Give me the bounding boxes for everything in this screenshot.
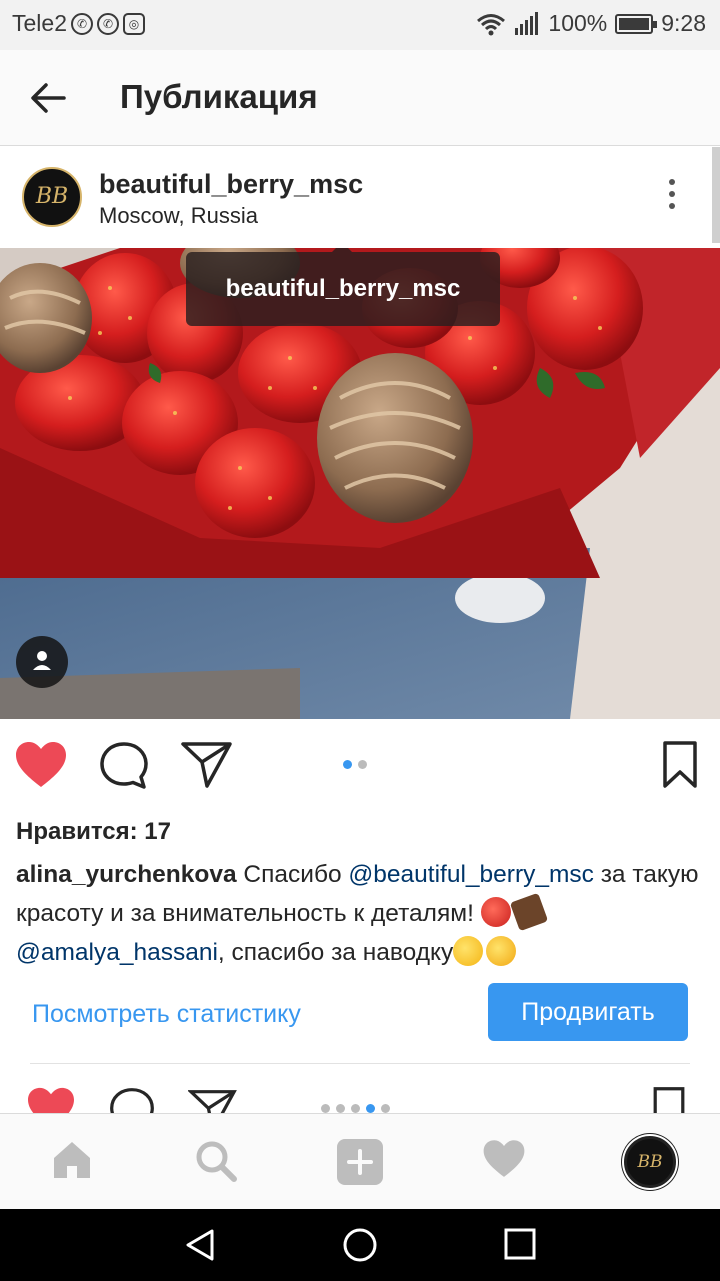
comment-icon[interactable]	[108, 1086, 156, 1113]
carousel-dot	[336, 1104, 345, 1113]
post-caption: alina_yurchenkova Спасибо @beautiful_ber…	[16, 855, 716, 972]
post-header: BB beautiful_berry_msc Moscow, Russia	[0, 147, 710, 248]
status-bar-right: 100% 9:28	[476, 10, 706, 37]
save-bookmark-icon[interactable]	[652, 1086, 686, 1113]
carousel-indicator	[321, 1104, 390, 1113]
caption-mention[interactable]: @beautiful_berry_msc	[348, 861, 593, 888]
nav-home-icon[interactable]	[342, 1227, 378, 1263]
signal-icon	[515, 11, 539, 35]
post-actions	[0, 720, 720, 812]
search-icon[interactable]	[193, 1138, 239, 1184]
battery-icon	[615, 13, 658, 34]
battery-percent: 100%	[548, 10, 608, 36]
carousel-dot	[321, 1104, 330, 1113]
promote-button[interactable]: Продвигать	[488, 983, 688, 1041]
carousel-dot	[358, 760, 367, 769]
kissing-cat-emoji-icon	[486, 936, 517, 966]
nav-recents-icon[interactable]	[503, 1227, 537, 1261]
share-direct-icon[interactable]	[188, 1088, 238, 1113]
post-author-username[interactable]: beautiful_berry_msc	[99, 169, 363, 200]
nav-back-icon[interactable]	[182, 1227, 218, 1263]
profile-avatar[interactable]: BB	[624, 1136, 676, 1188]
carousel-indicator	[343, 760, 367, 769]
caption-author[interactable]: alina_yurchenkova	[16, 861, 237, 888]
system-navigation-bar	[0, 1209, 720, 1281]
viber-icon: ✆	[96, 12, 119, 35]
more-options-icon[interactable]	[664, 179, 680, 215]
winking-face-emoji-icon	[453, 936, 484, 966]
like-count[interactable]: Нравится: 17	[16, 818, 171, 846]
caption-mention[interactable]: @amalya_hassani	[16, 939, 218, 966]
carousel-dot-active	[343, 760, 352, 769]
post-photo[interactable]: beautiful_berry_msc	[0, 248, 720, 719]
caption-text: , спасибо за наводку	[217, 939, 454, 966]
wifi-icon	[477, 13, 506, 35]
view-insights-link[interactable]: Посмотреть статистику	[32, 1000, 301, 1029]
carousel-dot	[351, 1104, 360, 1113]
next-post-actions	[0, 1080, 720, 1113]
add-icon[interactable]	[336, 1138, 384, 1186]
status-bar-left: Tele2 ✆ ✆ ◎	[12, 10, 145, 37]
call-notification-icon: ✆	[70, 12, 93, 35]
share-direct-icon[interactable]	[180, 740, 234, 790]
strawberry-emoji-icon	[480, 897, 511, 927]
clock: 9:28	[661, 10, 706, 36]
bottom-tab-bar: BB	[0, 1113, 720, 1209]
tagged-users-button[interactable]	[16, 636, 68, 688]
person-icon	[33, 651, 51, 670]
scrollbar-thumb[interactable]	[712, 147, 720, 243]
home-icon[interactable]	[50, 1138, 94, 1182]
page-title: Публикация	[120, 78, 318, 115]
save-bookmark-icon[interactable]	[662, 740, 698, 790]
comment-icon[interactable]	[98, 740, 150, 792]
post-location[interactable]: Moscow, Russia	[99, 203, 258, 229]
activity-heart-icon[interactable]	[482, 1138, 526, 1180]
like-heart-icon[interactable]	[26, 1086, 76, 1113]
carousel-dot-active	[366, 1104, 375, 1113]
chocolate-emoji-icon	[509, 892, 548, 932]
photo-user-tag[interactable]: beautiful_berry_msc	[186, 248, 500, 326]
back-arrow-icon[interactable]	[24, 74, 72, 122]
carrier-name: Tele2	[12, 10, 67, 36]
like-heart-icon[interactable]	[14, 740, 68, 790]
instagram-notification-icon: ◎	[122, 12, 145, 35]
post-divider	[30, 1063, 690, 1064]
caption-text: Спасибо	[236, 861, 349, 888]
status-bar: Tele2 ✆ ✆ ◎ 100% 9:28	[0, 0, 720, 50]
author-avatar[interactable]: BB	[22, 167, 82, 227]
app-bar: Публикация	[0, 50, 720, 146]
carousel-dot	[381, 1104, 390, 1113]
